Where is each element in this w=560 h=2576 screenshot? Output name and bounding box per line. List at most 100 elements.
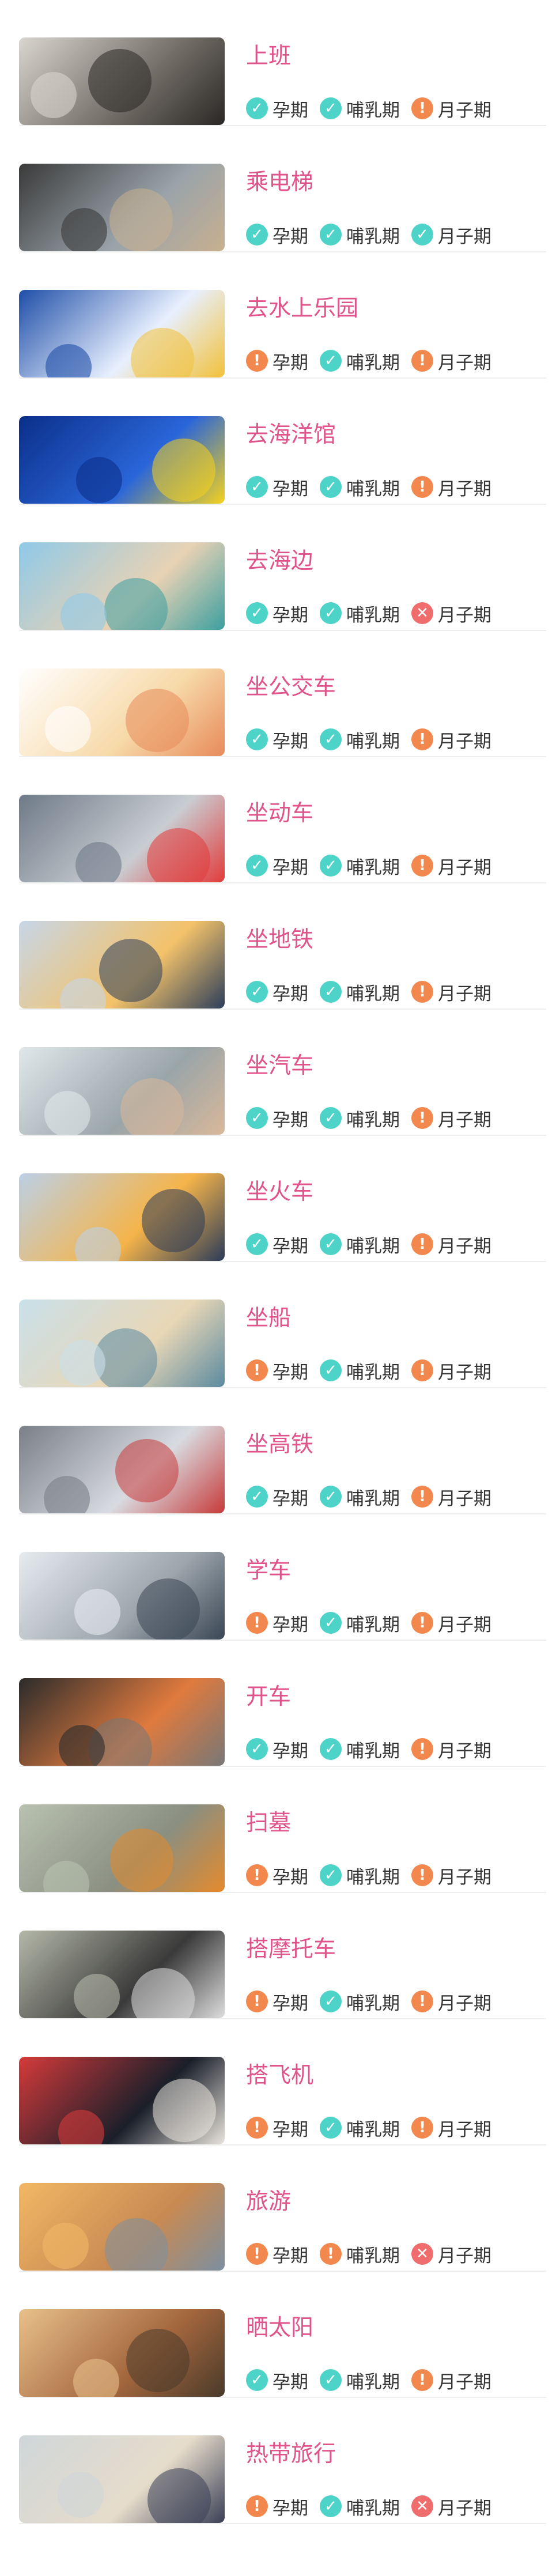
check-circle-icon: ✓ [246, 981, 268, 1003]
exclamation-circle-icon: ! [411, 1359, 433, 1381]
tag-label: 哺乳期 [346, 1614, 400, 1636]
tag-label: 孕期 [273, 857, 308, 878]
tag-postpartum: ! 月子期 [411, 727, 491, 753]
exclamation-circle-icon: ! [411, 1486, 433, 1508]
tag-label: 哺乳期 [346, 1993, 400, 2014]
list-item[interactable]: 晒太阳 ✓ 孕期 ✓ 哺乳期! 月子期 [19, 2272, 546, 2398]
list-item[interactable]: 旅游! 孕期! 哺乳期 ✕ 月子期 [19, 2146, 546, 2272]
list-item[interactable]: 坐动车 ✓ 孕期 ✓ 哺乳期! 月子期 [19, 757, 546, 883]
tag-label: 月子期 [438, 1740, 491, 1762]
item-title: 热带旅行 [246, 2441, 336, 2467]
tag-label: 孕期 [273, 1867, 308, 1888]
bullet-train-photo [19, 1426, 225, 1513]
tag-postpartum: ! 月子期 [411, 348, 491, 374]
tag-label: 孕期 [273, 352, 308, 373]
list-item[interactable]: 扫墓! 孕期 ✓ 哺乳期! 月子期 [19, 1767, 546, 1893]
check-circle-icon: ✓ [246, 1107, 268, 1129]
check-circle-icon: ✓ [320, 2369, 342, 2391]
tag-postpartum: ✓ 月子期 [411, 222, 491, 248]
tag-postpartum: ! 月子期 [411, 1610, 491, 1636]
tag-breastfeeding: ✓ 哺乳期 [320, 727, 400, 753]
tag-label: 孕期 [273, 2371, 308, 2393]
exclamation-circle-icon: ! [411, 1864, 433, 1886]
exclamation-circle-icon: ! [411, 1233, 433, 1255]
status-tags: ✓ 孕期 ✓ 哺乳期 ✕ 月子期 [246, 602, 503, 626]
item-title: 坐地铁 [246, 927, 314, 953]
list-item[interactable]: 坐公交车 ✓ 孕期 ✓ 哺乳期! 月子期 [19, 631, 546, 757]
list-item[interactable]: 坐地铁 ✓ 孕期 ✓ 哺乳期! 月子期 [19, 883, 546, 1010]
tag-breastfeeding: ✓ 哺乳期 [320, 1989, 400, 2015]
status-tags: ! 孕期 ✓ 哺乳期! 月子期 [246, 348, 503, 374]
check-circle-icon: ✓ [320, 476, 342, 498]
list-item[interactable]: 坐高铁 ✓ 孕期 ✓ 哺乳期! 月子期 [19, 1388, 546, 1514]
check-circle-icon: ✓ [246, 224, 268, 245]
status-tags: ✓ 孕期 ✓ 哺乳期! 月子期 [246, 2369, 503, 2393]
tag-label: 月子期 [438, 1236, 491, 1257]
status-tags: ✓ 孕期 ✓ 哺乳期! 月子期 [246, 1232, 503, 1257]
list-item[interactable]: 坐船! 孕期 ✓ 哺乳期! 月子期 [19, 1262, 546, 1388]
check-circle-icon: ✓ [411, 224, 433, 245]
tag-label: 月子期 [438, 1109, 491, 1131]
tag-breastfeeding: ✓ 哺乳期 [320, 1863, 400, 1888]
exclamation-circle-icon: ! [411, 476, 433, 498]
tag-label: 孕期 [273, 2498, 308, 2519]
list-item[interactable]: 学车! 孕期 ✓ 哺乳期! 月子期 [19, 1514, 546, 1641]
item-title: 去海边 [246, 548, 314, 574]
tag-postpartum: ! 月子期 [411, 1736, 491, 1762]
tag-label: 孕期 [273, 605, 308, 626]
exclamation-circle-icon: ! [246, 1990, 268, 2012]
check-circle-icon: ✓ [320, 224, 342, 245]
tag-label: 孕期 [273, 226, 308, 247]
item-title: 开车 [246, 1684, 292, 1710]
tag-label: 月子期 [438, 226, 491, 247]
airplane-seat-photo [19, 2057, 225, 2144]
list-item[interactable]: 上班 ✓ 孕期 ✓ 哺乳期! 月子期 [19, 0, 546, 126]
tag-label: 月子期 [438, 352, 491, 373]
tag-pregnancy: ! 孕期 [246, 1358, 308, 1384]
list-item[interactable]: 搭飞机! 孕期 ✓ 哺乳期! 月子期 [19, 2019, 546, 2146]
item-title: 去水上乐园 [246, 296, 359, 322]
tag-breastfeeding: ✓ 哺乳期 [320, 1610, 400, 1636]
exclamation-circle-icon: ! [411, 981, 433, 1003]
item-title: 乘电梯 [246, 169, 314, 195]
tag-postpartum: ! 月子期 [411, 1232, 491, 1257]
heart-hands-sunset-photo [19, 2183, 225, 2271]
status-tags: ! 孕期! 哺乳期 ✕ 月子期 [246, 2242, 503, 2267]
tag-label: 月子期 [438, 1488, 491, 1509]
list-item[interactable]: 搭摩托车! 孕期 ✓ 哺乳期! 月子期 [19, 1893, 546, 2019]
tag-pregnancy: ✓ 孕期 [246, 222, 308, 248]
tag-label: 月子期 [438, 1867, 491, 1888]
tag-label: 哺乳期 [346, 731, 400, 752]
tag-postpartum: ! 月子期 [411, 1484, 491, 1510]
check-circle-icon: ✓ [320, 855, 342, 877]
exclamation-circle-icon: ! [411, 855, 433, 877]
list-item[interactable]: 开车 ✓ 孕期 ✓ 哺乳期! 月子期 [19, 1641, 546, 1767]
exclamation-circle-icon: ! [411, 2369, 433, 2391]
list-item[interactable]: 热带旅行! 孕期 ✓ 哺乳期 ✕ 月子期 [19, 2398, 546, 2524]
list-item[interactable]: 乘电梯 ✓ 孕期 ✓ 哺乳期 ✓ 月子期 [19, 126, 546, 252]
list-item[interactable]: 去水上乐园 ! 孕期 ✓ 哺乳期! 月子期 [19, 252, 546, 379]
tag-breastfeeding: ✓ 哺乳期 [320, 1736, 400, 1762]
item-title: 上班 [246, 43, 292, 69]
tag-label: 孕期 [273, 1740, 308, 1762]
tag-label: 哺乳期 [346, 226, 400, 247]
tag-postpartum: ! 月子期 [411, 1358, 491, 1384]
list-item[interactable]: 坐汽车 ✓ 孕期 ✓ 哺乳期! 月子期 [19, 1010, 546, 1136]
tag-label: 哺乳期 [346, 605, 400, 626]
tag-pregnancy: ✓ 孕期 [246, 979, 308, 1005]
tag-label: 孕期 [273, 2245, 308, 2267]
tag-label: 孕期 [273, 1614, 308, 1636]
tag-label: 哺乳期 [346, 478, 400, 500]
exclamation-circle-icon: ! [246, 1359, 268, 1381]
exclamation-circle-icon: ! [246, 1612, 268, 1634]
tag-label: 孕期 [273, 2119, 308, 2140]
status-tags: ✓ 孕期 ✓ 哺乳期! 月子期 [246, 854, 503, 878]
woman-at-desk-photo [19, 37, 225, 125]
check-circle-icon: ✓ [320, 981, 342, 1003]
list-item[interactable]: 去海洋馆 ✓ 孕期 ✓ 哺乳期! 月子期 [19, 379, 546, 505]
tag-pregnancy: ! 孕期 [246, 1610, 308, 1636]
status-tags: ✓ 孕期 ✓ 哺乳期! 月子期 [246, 97, 503, 121]
status-tags: ! 孕期 ✓ 哺乳期 ! 月子期 [246, 1610, 503, 1636]
list-item[interactable]: 坐火车 ✓ 孕期 ✓ 哺乳期! 月子期 [19, 1136, 546, 1262]
list-item[interactable]: 去海边 ✓ 孕期 ✓ 哺乳期 ✕ 月子期 [19, 505, 546, 631]
